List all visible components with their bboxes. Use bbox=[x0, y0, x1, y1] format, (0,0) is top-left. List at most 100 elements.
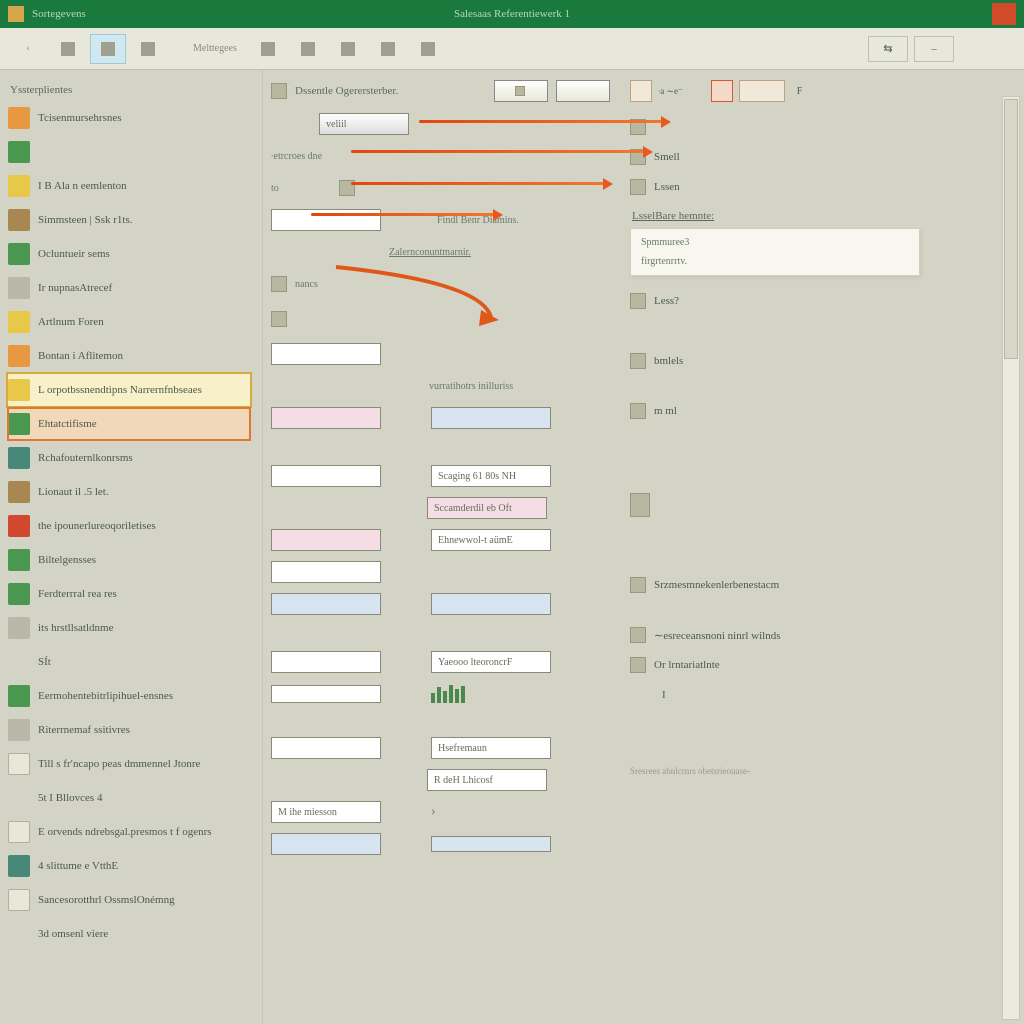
sidebar-item-16[interactable]: SÍt bbox=[8, 646, 250, 678]
sidebar-item-6[interactable]: Artlnum Foren bbox=[8, 306, 250, 338]
sidebar-item-label: Sancesorotthrl OssmslOnémng bbox=[38, 894, 175, 906]
to-label: to bbox=[271, 183, 331, 194]
vertical-scrollbar[interactable] bbox=[1002, 96, 1020, 1020]
sidebar-item-19[interactable]: Till s fr′ncapo peas dmmennel Jtonre bbox=[8, 748, 250, 780]
right-top-icon-3[interactable] bbox=[739, 80, 785, 102]
sidebar-item-icon bbox=[8, 243, 30, 265]
sidebar-item-label: Ferdterrral rea res bbox=[38, 588, 117, 600]
sidebar-item-label: Lionaut il .5 let. bbox=[38, 486, 109, 498]
toolbar-button-2[interactable] bbox=[90, 34, 126, 64]
sidebar-item-17[interactable]: Eermohentebitrlipihuel-ensnes bbox=[8, 680, 250, 712]
sidebar-item-5[interactable]: Ir nupnasAtrecef bbox=[8, 272, 250, 304]
toolbar-button-7[interactable] bbox=[370, 34, 406, 64]
rdel-input[interactable]: R deH Lhicosf bbox=[427, 769, 547, 791]
sidebar-item-icon bbox=[8, 277, 30, 299]
sidebar-item-label: L orpotbssnendtipns Narrernfnbseaes bbox=[38, 384, 202, 396]
sidebar-item-icon bbox=[8, 209, 30, 231]
sidebar-item-4[interactable]: Ocluntueir sems bbox=[8, 238, 250, 270]
input-6[interactable] bbox=[271, 529, 381, 551]
generic-icon bbox=[101, 42, 115, 56]
toolbar-button-5[interactable] bbox=[290, 34, 326, 64]
ehnew-input[interactable]: Ehnewwol-t aümE bbox=[431, 529, 551, 551]
sidebar-item-9[interactable]: Ehtatctifisme bbox=[8, 408, 250, 440]
input-13[interactable] bbox=[431, 836, 551, 852]
sidebar-item-7[interactable]: Bontan i Aflitemon bbox=[8, 340, 250, 372]
scaging-input[interactable]: Scaging 61 80s NH bbox=[431, 465, 551, 487]
sidebar-item-11[interactable]: Lionaut il .5 let. bbox=[8, 476, 250, 508]
sidebar-item-20[interactable]: 5t I Bllovces 4 bbox=[8, 782, 250, 814]
main-area: Yssterplientes TcisenmursehrsnesI B Ala … bbox=[0, 70, 1024, 1024]
toolbar-button-8[interactable] bbox=[410, 34, 446, 64]
sidebar-item-1[interactable] bbox=[8, 136, 250, 168]
dropdown-option-1[interactable]: Spmmuree3 bbox=[631, 233, 919, 252]
input-8[interactable] bbox=[271, 593, 381, 615]
middle-panel: Dssentle Ogerersterber. veliil ∙etrcroes… bbox=[262, 70, 622, 1024]
sidebar-item-14[interactable]: Ferdterrral rea res bbox=[8, 578, 250, 610]
generic-icon bbox=[421, 42, 435, 56]
right-top-icon-2[interactable] bbox=[711, 80, 733, 102]
right-top-icon-1[interactable] bbox=[630, 80, 652, 102]
input-3[interactable] bbox=[271, 407, 381, 429]
sidebar-item-13[interactable]: Biltelgensses bbox=[8, 544, 250, 576]
mini-input-1[interactable] bbox=[271, 685, 381, 703]
sidebar-item-3[interactable]: Simmsteen | Ssk r1ts. bbox=[8, 204, 250, 236]
toolbar-button-3[interactable] bbox=[130, 34, 166, 64]
toolbar-button-6[interactable] bbox=[330, 34, 366, 64]
sidebar-item-0[interactable]: Tcisenmursehrsnes bbox=[8, 102, 250, 134]
sidebar-item-15[interactable]: its hrstllsatldnme bbox=[8, 612, 250, 644]
nancs-label: nancs bbox=[295, 279, 355, 290]
toolbar-right-button-1[interactable]: ⇆ bbox=[868, 36, 908, 62]
nav-back-button[interactable]: ‹ bbox=[10, 34, 46, 64]
sidebar-item-12[interactable]: the ipounerlureoqoriletises bbox=[8, 510, 250, 542]
sconder-input[interactable]: Sccamderdil eb Oft bbox=[427, 497, 547, 519]
scrollbar-thumb[interactable] bbox=[1004, 99, 1018, 359]
sidebar-item-icon bbox=[8, 685, 30, 707]
sidebar-item-icon bbox=[8, 447, 30, 469]
hsef-input[interactable]: Hsefremaun bbox=[431, 737, 551, 759]
veliil-input[interactable]: veliil bbox=[319, 113, 409, 135]
close-button[interactable] bbox=[992, 3, 1016, 25]
sidebar-item-18[interactable]: Riterrnemaf ssitivres bbox=[8, 714, 250, 746]
arrow-annotation-4 bbox=[311, 213, 501, 216]
sidebar-item-label: Biltelgensses bbox=[38, 554, 96, 566]
input-5[interactable] bbox=[271, 465, 381, 487]
input-4[interactable] bbox=[431, 407, 551, 429]
sidebar-item-21[interactable]: E orvends ndrebsgal.presmos t f ogenrs bbox=[8, 816, 250, 848]
input-2[interactable] bbox=[271, 343, 381, 365]
gear-icon bbox=[271, 276, 287, 292]
toolbar: ‹ Melttegees ⇆ – bbox=[0, 28, 1024, 70]
lssen-label: Lssen bbox=[654, 181, 680, 193]
sidebar-item-label: SÍt bbox=[38, 656, 51, 668]
toolbar-tab-1[interactable]: Melttegees bbox=[184, 34, 246, 64]
sidebar-item-23[interactable]: Sancesorotthrl OssmslOnémng bbox=[8, 884, 250, 916]
input-7[interactable] bbox=[271, 561, 381, 583]
zahrn-label[interactable]: Zalernconuntmarnir. bbox=[389, 247, 471, 258]
mid-top-button-2[interactable] bbox=[556, 80, 610, 102]
toolbar-button-4[interactable] bbox=[250, 34, 286, 64]
input-12[interactable] bbox=[271, 833, 381, 855]
options-dropdown[interactable]: Spmmuree3 firgrtenrrtv. bbox=[630, 228, 920, 276]
toolbar-button-1[interactable] bbox=[50, 34, 86, 64]
list-icon bbox=[630, 577, 646, 593]
sidebar-item-label: 5t I Bllovces 4 bbox=[38, 792, 102, 804]
mml-label: m ml bbox=[654, 405, 677, 417]
input-9[interactable] bbox=[431, 593, 551, 615]
sidebar-item-icon bbox=[8, 379, 30, 401]
dropdown-option-2[interactable]: firgrtenrrtv. bbox=[631, 252, 919, 271]
arrow-annotation-2 bbox=[351, 150, 651, 153]
sidebar-item-10[interactable]: Rchafouternlkonrsms bbox=[8, 442, 250, 474]
yaeooo-input[interactable]: Yaeooo lteoroncrF bbox=[431, 651, 551, 673]
input-10[interactable] bbox=[271, 651, 381, 673]
sidebar-item-22[interactable]: 4 slittume e VtthE bbox=[8, 850, 250, 882]
input-11[interactable] bbox=[271, 737, 381, 759]
mihe-input[interactable]: M ihe miesson bbox=[271, 801, 381, 823]
sidebar-item-8[interactable]: L orpotbssnendtipns Narrernfnbseaes bbox=[8, 374, 250, 406]
forward-arrow-icon[interactable]: › bbox=[431, 804, 436, 820]
right-small-label-2: F bbox=[797, 86, 803, 97]
sidebar-item-2[interactable]: I B Ala n eemlenton bbox=[8, 170, 250, 202]
generic-icon bbox=[271, 311, 287, 327]
mid-top-button-1[interactable] bbox=[494, 80, 548, 102]
sidebar-item-24[interactable]: 3d omsenl viere bbox=[8, 918, 250, 950]
mid-heading: Dssentle Ogerersterber. bbox=[295, 85, 398, 97]
toolbar-right-button-2[interactable]: – bbox=[914, 36, 954, 62]
